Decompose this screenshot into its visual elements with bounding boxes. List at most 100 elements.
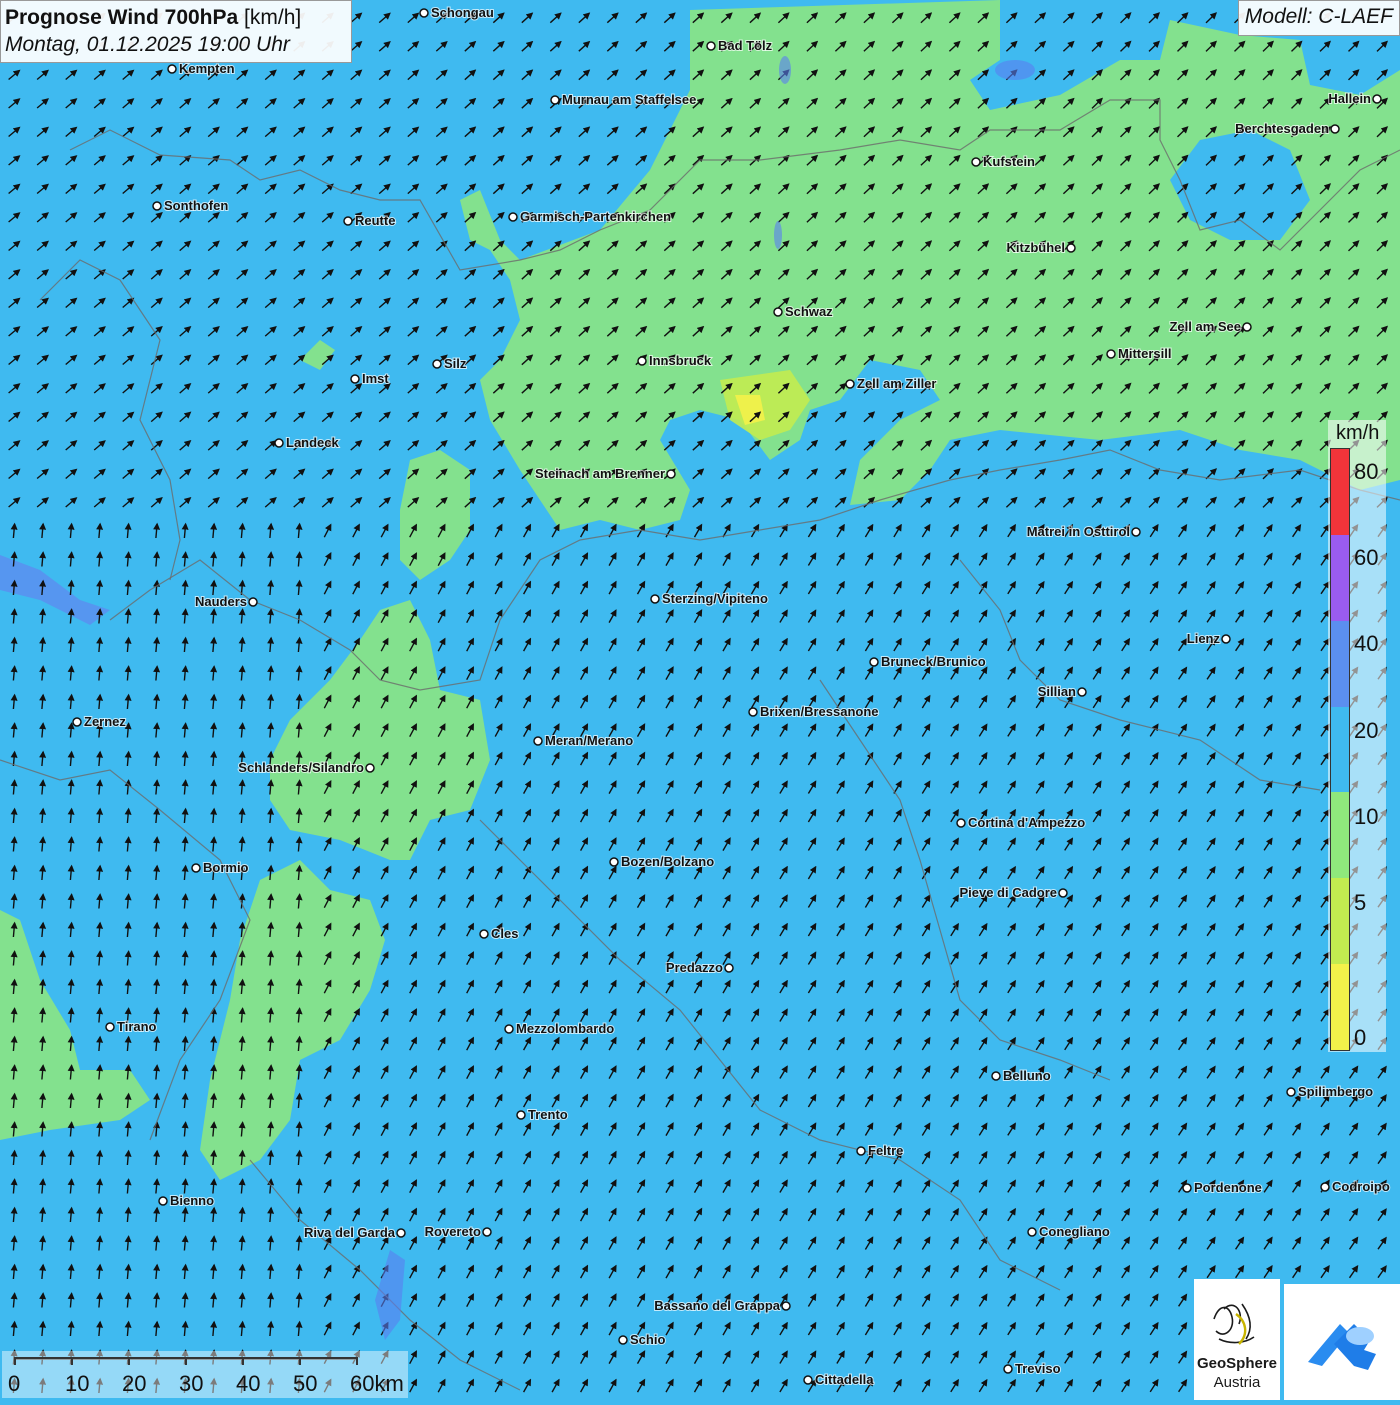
city-berchtesgaden: Berchtesgaden (1234, 120, 1340, 137)
city-dot (167, 64, 177, 74)
city-dot (1242, 322, 1252, 332)
scale-label: 10 (65, 1371, 90, 1396)
city-dot (516, 1110, 526, 1120)
city-dot (706, 41, 716, 51)
legend-unit: km/h (1336, 422, 1380, 444)
city-dot (1058, 888, 1068, 898)
city-sterzing-vipiteno: Sterzing/Vipiteno (650, 590, 769, 607)
city-riva-del-garda: Riva del Garda (303, 1224, 406, 1241)
city-meran-merano: Meran/Merano (533, 732, 634, 749)
city-dot (533, 736, 543, 746)
city-label: Kempten (179, 61, 235, 76)
city-dot (350, 374, 360, 384)
city-dot (550, 95, 560, 105)
city-dot (609, 857, 619, 867)
city-label: Schongau (431, 5, 494, 20)
scale-bar: 0 10 20 30 40 50 60km (2, 1351, 408, 1398)
title-box: Prognose Wind 700hPa [km/h] Montag, 01.1… (0, 0, 352, 63)
city-dot (637, 356, 647, 366)
city-predazzo: Predazzo (665, 959, 734, 976)
legend-label: 5 (1354, 889, 1367, 915)
city-dot (152, 201, 162, 211)
city-mezzolombardo: Mezzolombardo (504, 1020, 615, 1037)
city-label: Innsbruck (649, 353, 712, 368)
city-label: Spilimbergo (1298, 1084, 1373, 1099)
legend-segment (1331, 448, 1349, 535)
city-dot (72, 717, 82, 727)
city-label: Brixen/Bressanone (760, 704, 879, 719)
legend-label: 20 (1354, 717, 1379, 743)
legend-label: 40 (1354, 631, 1379, 657)
city-label: Zernez (84, 714, 126, 729)
city-dot (365, 763, 375, 773)
city-dot (1066, 243, 1076, 253)
city-dot (666, 469, 676, 479)
city-label: Lienz (1187, 631, 1221, 646)
city-dot (158, 1196, 168, 1206)
city-label: Nauders (195, 594, 247, 609)
city-sonthofen: Sonthofen (152, 197, 229, 214)
city-bruneck-brunico: Bruneck/Brunico (869, 653, 987, 670)
city-label: Bruneck/Brunico (881, 654, 986, 669)
city-label: Bozen/Bolzano (621, 854, 714, 869)
city-zell-am-see: Zell am See (1168, 318, 1252, 335)
city-matrei-in-osttirol: Matrei in Osttirol (1026, 523, 1141, 540)
city-label: Cortina d'Ampezzo (968, 815, 1085, 830)
city-garmisch-partenkirchen: Garmisch-Partenkirchen (508, 208, 672, 225)
legend-segment (1331, 964, 1349, 1050)
city-dot (432, 359, 442, 369)
legend-label: 80 (1354, 459, 1379, 485)
city-label: Schwaz (785, 304, 833, 319)
city-label: Kitzbühel (1007, 240, 1066, 255)
city-bassano-del-grappa: Bassano del Grappa (653, 1297, 791, 1314)
geosphere-emblem-icon (1213, 1303, 1255, 1345)
city-zell-am-ziller: Zell am Ziller (845, 375, 937, 392)
city-dot (1286, 1087, 1296, 1097)
city-label: Cles (491, 926, 518, 941)
city-dot (781, 1301, 791, 1311)
city-label: Imst (362, 371, 389, 386)
city-dot (1106, 349, 1116, 359)
legend-segment (1331, 706, 1349, 793)
city-label: Landeck (286, 435, 340, 450)
city-label: Kufstein (983, 154, 1035, 169)
legend-segment (1331, 792, 1349, 879)
lake-tegernsee (779, 56, 791, 84)
city-dot (1077, 687, 1087, 697)
city-dot (956, 818, 966, 828)
city-dot (803, 1375, 813, 1385)
legend-segment (1331, 878, 1349, 965)
city-dot (274, 438, 284, 448)
city-label: Mittersill (1118, 346, 1171, 361)
forecast-datetime: Montag, 01.12.2025 19:00 Uhr (5, 33, 290, 56)
city-dot (479, 929, 489, 939)
legend-segment (1331, 534, 1349, 621)
scale-label: 0 (8, 1371, 21, 1396)
city-label: Silz (444, 356, 467, 371)
geosphere-name: GeoSphere (1196, 1355, 1278, 1372)
city-cortina-d-ampezzo: Cortina d'Ampezzo (956, 814, 1086, 831)
city-label: Riva del Garda (304, 1225, 396, 1240)
city-kitzb-hel: Kitzbühel (1006, 239, 1076, 256)
city-bozen-bolzano: Bozen/Bolzano (609, 853, 715, 870)
scale-label: 60km (350, 1371, 404, 1396)
city-dot (856, 1146, 866, 1156)
city-dot (869, 657, 879, 667)
city-dot (748, 707, 758, 717)
city-dot (343, 216, 353, 226)
city-label: Trento (528, 1107, 568, 1122)
city-label: Bad Tölz (718, 38, 773, 53)
city-codroipo: Codroipo (1320, 1178, 1391, 1195)
scale-label: 30 (179, 1371, 204, 1396)
city-label: Pieve di Cadore (959, 885, 1057, 900)
city-label: Steinach am Brenner (535, 466, 665, 481)
city-dot (650, 594, 660, 604)
city-dot (1320, 1182, 1330, 1192)
city-label: Tirano (117, 1019, 157, 1034)
city-dot (971, 157, 981, 167)
city-label: Schlanders/Silandro (238, 760, 364, 775)
city-dot (105, 1022, 115, 1032)
city-label: Murnau am Staffelsee (562, 92, 696, 107)
city-label: Mezzolombardo (516, 1021, 614, 1036)
lake-chiemsee (995, 60, 1035, 80)
